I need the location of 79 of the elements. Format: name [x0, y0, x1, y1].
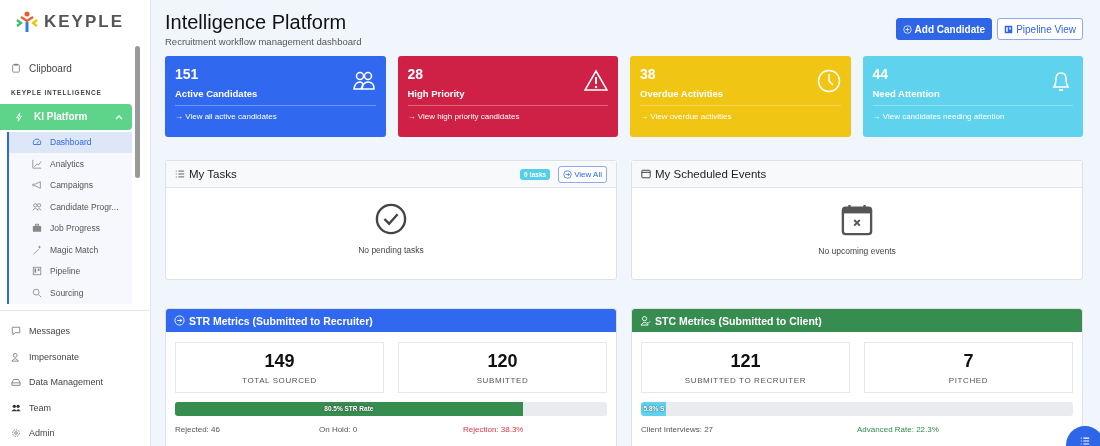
- stat-label: SUBMITTED: [476, 375, 529, 385]
- sidebar-item[interactable]: Team: [0, 395, 150, 421]
- list-icon: [175, 169, 185, 179]
- page-title: Intelligence Platform: [165, 11, 348, 34]
- stat-label: High Priority: [407, 88, 465, 99]
- sidebar-item[interactable]: Clipboard: [0, 54, 150, 82]
- stat-label: TOTAL SOURCED: [242, 375, 317, 385]
- stat-value: 120: [487, 350, 518, 372]
- calendar-x-icon: [841, 204, 873, 236]
- warning-icon: [584, 69, 608, 93]
- sidebar-item[interactable]: Impersonate: [0, 344, 150, 370]
- metrics-title: STC Metrics (Submitted to Client): [655, 314, 822, 327]
- stat-value: 149: [264, 350, 295, 372]
- panel-title: My Scheduled Events: [655, 168, 768, 180]
- submenu-item[interactable]: Analytics: [9, 153, 132, 175]
- empty-message: No upcoming events: [818, 246, 896, 256]
- submenu-item[interactable]: Dashboard: [9, 131, 132, 153]
- panel-title: My Tasks: [189, 168, 238, 180]
- lightning-icon: [14, 111, 24, 122]
- gauge-icon: [32, 137, 42, 148]
- submenu-item[interactable]: Pipeline: [9, 260, 132, 282]
- chat-icon: [11, 326, 21, 337]
- metric-note: On Hold: 0: [319, 425, 359, 434]
- line-chart-icon: [32, 158, 42, 169]
- sidebar-item[interactable]: Admin: [0, 420, 150, 446]
- stat-label: PITCHED: [948, 375, 989, 385]
- stat-label: Overdue Activities: [640, 88, 724, 99]
- stat-value: 44: [872, 66, 890, 82]
- metrics-title: STR Metrics (Submitted to Recruiter): [189, 314, 373, 327]
- card-link[interactable]: → View high priority candidates: [407, 112, 608, 121]
- wand-icon: [32, 244, 42, 255]
- drive-icon: [11, 377, 21, 388]
- stat-value: 38: [640, 66, 657, 82]
- stat-label: SUBMITTED TO RECRUITER: [684, 375, 807, 385]
- metric-note: Advanced Rate: 22.3%: [857, 425, 940, 434]
- submenu-item[interactable]: Sourcing: [9, 282, 132, 304]
- brand-name: KEYPLE: [44, 11, 125, 32]
- sidebar-item[interactable]: Data Management: [0, 369, 150, 395]
- sidebar-item[interactable]: Messages: [0, 318, 150, 344]
- calendar-icon: [641, 169, 651, 179]
- metric-note: Client Interviews: 27: [641, 425, 715, 434]
- empty-message: No pending tasks: [358, 245, 424, 255]
- megaphone-icon: [32, 180, 42, 191]
- people-icon: [351, 69, 376, 93]
- stat-label: Active Candidates: [175, 88, 258, 99]
- logo-icon: [14, 9, 40, 34]
- view-all-button[interactable]: View All: [558, 165, 607, 183]
- scrollbar-thumb[interactable]: [135, 46, 140, 178]
- stat-value: 121: [730, 350, 761, 372]
- list-icon: [1080, 436, 1090, 446]
- submenu-item[interactable]: Campaigns: [9, 174, 132, 196]
- settings-icon: [11, 428, 21, 439]
- arrow-circle-icon: [563, 169, 573, 179]
- people-icon: [32, 201, 42, 212]
- clock-icon: [816, 69, 841, 93]
- kanban-icon: [32, 266, 42, 277]
- card-link[interactable]: → View all active candidates: [175, 112, 376, 121]
- arrow-circle-icon: [174, 315, 185, 326]
- briefcase-icon: [32, 223, 42, 234]
- stat-value: 7: [963, 350, 974, 372]
- stat-value: 151: [175, 66, 200, 82]
- team-icon: [11, 402, 21, 413]
- page-subtitle: Recruitment workflow management dashboard: [165, 36, 362, 47]
- clipboard-icon: [11, 63, 21, 74]
- add-button[interactable]: Add Candidate: [895, 18, 993, 40]
- submenu-item[interactable]: Job Progress: [9, 217, 132, 239]
- person-check-icon: [640, 315, 651, 326]
- metric-note: Rejection: 38.3%: [463, 425, 525, 434]
- metric-note: Rejected: 46: [175, 425, 221, 434]
- check-circle-icon: [375, 203, 407, 235]
- view-button[interactable]: Pipeline View: [997, 18, 1083, 40]
- search-icon: [32, 287, 42, 298]
- person-icon: [11, 351, 21, 362]
- plus-circle-icon: [902, 24, 912, 34]
- submenu-item[interactable]: Magic Match: [9, 239, 132, 261]
- submenu-item[interactable]: Candidate Progr...: [9, 196, 132, 218]
- stat-label: Need Attention: [872, 88, 940, 99]
- stat-value: 28: [407, 66, 425, 82]
- kanban-icon: [1004, 24, 1014, 34]
